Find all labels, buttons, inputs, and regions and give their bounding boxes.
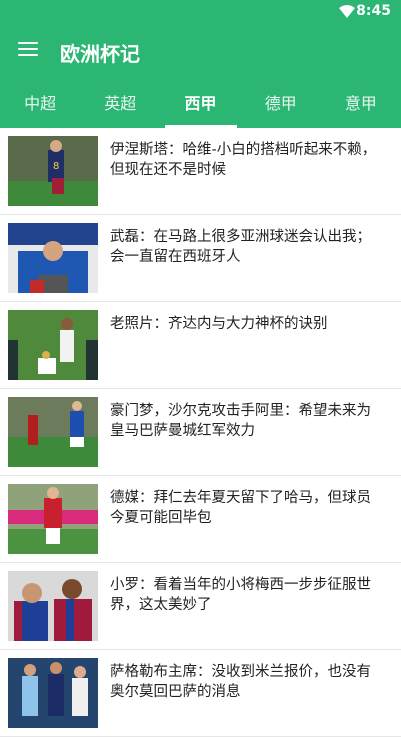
news-thumbnail: 8 — [8, 136, 98, 206]
news-title: 武磊：在马路上很多亚洲球迷会认出我；会一直留在西班牙人 — [110, 229, 371, 265]
menu-icon[interactable] — [18, 42, 38, 58]
app-bar: 欧洲杯记 — [0, 24, 401, 80]
news-item[interactable]: 老照片：齐达内与大力神杯的诀别 — [0, 302, 401, 389]
news-thumbnail — [8, 223, 98, 293]
news-thumbnail — [8, 571, 98, 641]
news-thumbnail — [8, 310, 98, 380]
svg-text:8: 8 — [53, 161, 59, 172]
news-item[interactable]: 8 伊涅斯塔：哈维-小白的搭档听起来不赖，但现在还不是时候 — [0, 128, 401, 215]
news-item[interactable]: 小罗：看着当年的小将梅西一步步征服世界，这太美妙了 — [0, 563, 401, 650]
league-tabs: 中超 英超 西甲 德甲 意甲 — [0, 80, 401, 128]
status-time: 8:45 — [356, 3, 391, 19]
news-item[interactable]: 德媒：拜仁去年夏天留下了哈马，但球员今夏可能回毕包 — [0, 476, 401, 563]
news-item[interactable]: 豪门梦，沙尔克攻击手阿里：希望未来为皇马巴萨曼城红军效力 — [0, 389, 401, 476]
news-thumbnail — [8, 397, 98, 467]
news-thumbnail — [8, 658, 98, 728]
news-item[interactable]: 武磊：在马路上很多亚洲球迷会认出我；会一直留在西班牙人 — [0, 215, 401, 302]
app-title: 欧洲杯记 — [60, 42, 140, 66]
tab-bundesliga[interactable]: 德甲 — [241, 80, 321, 128]
tab-seriea[interactable]: 意甲 — [321, 80, 401, 128]
news-title: 萨格勒布主席：没收到米兰报价，也没有奥尔莫回巴萨的消息 — [110, 664, 371, 700]
tab-csl[interactable]: 中超 — [0, 80, 80, 128]
tab-epl[interactable]: 英超 — [80, 80, 160, 128]
wifi-icon — [339, 5, 355, 18]
news-title: 老照片：齐达内与大力神杯的诀别 — [110, 316, 328, 332]
news-list: 8 伊涅斯塔：哈维-小白的搭档听起来不赖，但现在还不是时候 武磊：在马路上很多亚… — [0, 128, 401, 737]
status-bar: 8:45 — [0, 0, 401, 24]
tab-laliga[interactable]: 西甲 — [160, 80, 240, 128]
news-title: 伊涅斯塔：哈维-小白的搭档听起来不赖，但现在还不是时候 — [110, 142, 377, 178]
news-title: 小罗：看着当年的小将梅西一步步征服世界，这太美妙了 — [110, 577, 371, 613]
news-item[interactable]: 萨格勒布主席：没收到米兰报价，也没有奥尔莫回巴萨的消息 — [0, 650, 401, 737]
news-title: 豪门梦，沙尔克攻击手阿里：希望未来为皇马巴萨曼城红军效力 — [110, 403, 371, 439]
news-thumbnail — [8, 484, 98, 554]
news-title: 德媒：拜仁去年夏天留下了哈马，但球员今夏可能回毕包 — [110, 490, 371, 526]
